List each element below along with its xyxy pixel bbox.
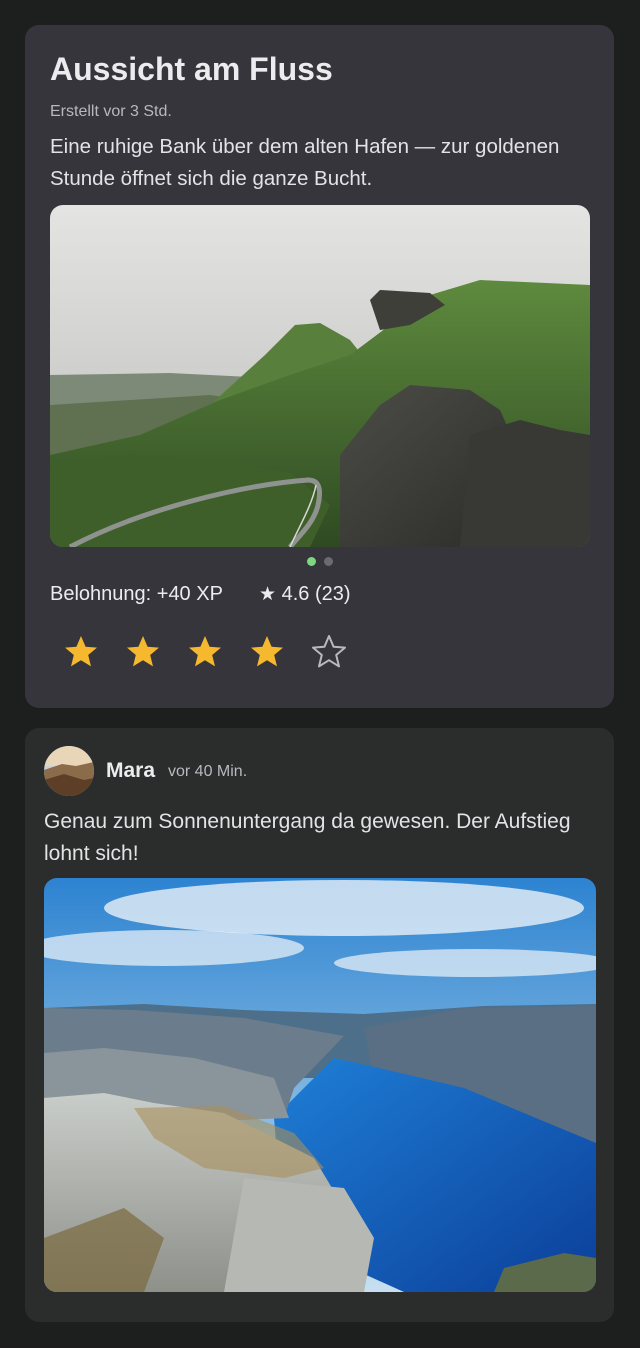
post-photo-carousel[interactable]: [50, 205, 590, 547]
comment-text: Genau zum Sonnenuntergang da gewesen. De…: [44, 810, 571, 865]
post-created-time: Erstellt vor 3 Std.: [50, 103, 172, 120]
post-description: Eine ruhige Bank über dem alten Hafen — …: [50, 135, 560, 190]
star-empty-icon[interactable]: [311, 634, 347, 670]
star-icon: ★: [259, 584, 277, 605]
comment-time: vor 40 Min.: [168, 763, 248, 780]
average-rating: ★ 4.6 (23): [259, 583, 351, 606]
carousel-dot-2[interactable]: [324, 557, 333, 566]
rate-stars[interactable]: [63, 634, 347, 670]
carousel-dot-1[interactable]: [307, 557, 316, 566]
comment-photo[interactable]: [44, 878, 596, 1292]
reward-label: Belohnung: +40 XP: [50, 583, 223, 605]
carousel-indicator[interactable]: [307, 557, 333, 566]
star-filled-icon[interactable]: [125, 634, 161, 670]
comment-author[interactable]: Mara: [106, 759, 155, 783]
avatar[interactable]: [44, 746, 94, 796]
rating-value: 4.6 (23): [281, 583, 351, 605]
star-filled-icon[interactable]: [249, 634, 285, 670]
comment-card: Mara vor 40 Min. Genau zum Sonnenunterga…: [25, 728, 614, 1322]
star-filled-icon[interactable]: [63, 634, 99, 670]
landscape-photo: [50, 205, 590, 547]
fjord-photo: [44, 878, 596, 1292]
post-title: Aussicht am Fluss: [50, 51, 333, 87]
avatar-image: [44, 746, 94, 796]
post-card: Aussicht am Fluss Erstellt vor 3 Std. Ei…: [25, 25, 614, 708]
star-filled-icon[interactable]: [187, 634, 223, 670]
